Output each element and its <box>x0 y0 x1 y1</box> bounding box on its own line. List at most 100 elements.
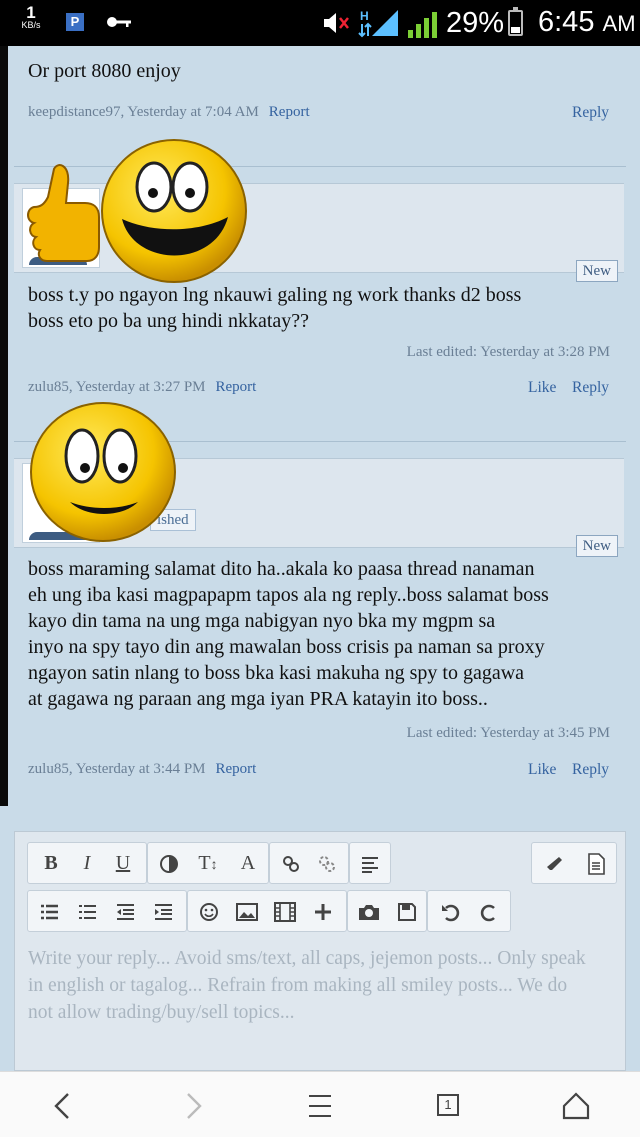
bold-button[interactable]: B <box>36 843 66 883</box>
unlink-button[interactable] <box>310 843 344 883</box>
post-3-line: ngayon satin nlang to boss bka kasi maku… <box>28 662 525 684</box>
battery-icon <box>508 7 523 36</box>
post-2-last-edited: Last edited: Yesterday at 3:28 PM <box>406 344 610 360</box>
post-3-line: inyo na spy tayo din ang mawalan boss cr… <box>28 636 545 658</box>
plus-icon <box>315 903 331 920</box>
menu-icon[interactable] <box>300 1086 340 1126</box>
post-3-text: boss maraming salamat dito ha..akala ko … <box>28 556 588 712</box>
post-1-report-link[interactable]: Report <box>269 104 310 120</box>
post-2-report-link[interactable]: Report <box>216 379 257 395</box>
toggle-source-button[interactable] <box>578 843 614 883</box>
smiley-face-icon <box>200 902 218 921</box>
tabs-button[interactable]: 1 <box>428 1086 468 1126</box>
clock-ampm: AM <box>602 11 636 36</box>
font-size-label: T <box>198 852 211 874</box>
insert-more-button[interactable] <box>306 891 340 931</box>
toolbar-link-group <box>269 842 349 884</box>
bullet-list-button[interactable] <box>32 891 66 931</box>
post-3-new-badge: New <box>575 535 618 557</box>
post-3-meta: zulu85, Yesterday at 3:44 PM Report <box>28 761 256 778</box>
toolbar-font-group: T↕ A <box>147 842 269 884</box>
post-2-like-link[interactable]: Like <box>528 379 556 397</box>
undo-icon <box>442 904 460 921</box>
hspa-data-icon: H <box>358 9 398 38</box>
smiley-icon <box>30 402 176 542</box>
redo-button[interactable] <box>472 891 508 931</box>
image-icon <box>236 902 258 921</box>
post-2-line: boss eto po ba ung hindi nkkatay?? <box>28 310 310 332</box>
clock: 6:45 AM <box>538 6 636 39</box>
post-1-meta: keepdistance97, Yesterday at 7:04 AM Repo… <box>28 104 310 121</box>
font-size-button[interactable]: T↕ <box>188 843 228 883</box>
reply-placeholder-line: in english or tagalog... Refrain from ma… <box>28 975 568 996</box>
unlink-icon <box>319 855 335 872</box>
toolbar-list-group <box>27 890 187 932</box>
eraser-icon <box>547 856 562 870</box>
toolbar-text-style-group: B I U <box>27 842 147 884</box>
insert-media-button[interactable] <box>268 891 302 931</box>
numbered-list-icon <box>79 904 96 919</box>
post-2-reply-link[interactable]: Reply <box>572 379 609 397</box>
post-2-meta: zulu85, Yesterday at 3:27 PM Report <box>28 379 256 396</box>
insert-link-button[interactable] <box>274 843 308 883</box>
toolbar-align-group <box>349 842 391 884</box>
save-draft-button[interactable] <box>390 891 424 931</box>
forward-chevron-icon[interactable] <box>172 1086 212 1126</box>
thumbs-up-smiley-icon <box>27 139 247 283</box>
post-3-author-date[interactable]: zulu85, Yesterday at 3:44 PM <box>28 761 206 777</box>
svg-text:H: H <box>360 9 369 23</box>
toolbar-history-group <box>427 890 511 932</box>
bullet-list-icon <box>41 904 58 919</box>
film-icon <box>274 901 296 922</box>
contrast-icon <box>160 854 178 873</box>
indent-button[interactable] <box>146 891 180 931</box>
floppy-disk-icon <box>398 902 416 921</box>
network-speed-unit: KB/s <box>21 20 41 30</box>
post-2-line: boss t.y po ngayon lng nkauwi galing ng … <box>28 284 522 306</box>
undo-button[interactable] <box>432 891 468 931</box>
mute-icon <box>324 13 349 33</box>
underline-button[interactable]: U <box>108 843 138 883</box>
post-3-line: eh ung iba kasi magpapapm tapos ala ng r… <box>28 584 549 606</box>
outdent-icon <box>117 903 134 920</box>
post-3-line: kayo din tama na ung mga nabigyan nyo bk… <box>28 610 496 632</box>
font-family-button[interactable] <box>152 843 186 883</box>
insert-image-button[interactable] <box>230 891 264 931</box>
post-3-line: at gagawa ng paraan ang mga iyan PRA kat… <box>28 688 488 710</box>
back-chevron-icon[interactable] <box>44 1086 84 1126</box>
numbered-list-button[interactable] <box>70 891 104 931</box>
key-icon <box>107 17 131 27</box>
browser-nav-bar: 1 <box>0 1071 640 1137</box>
insert-smilie-button[interactable] <box>192 891 226 931</box>
toolbar-insert-group <box>187 890 347 932</box>
camera-button[interactable] <box>352 891 386 931</box>
align-button[interactable] <box>353 843 387 883</box>
post-3-last-edited: Last edited: Yesterday at 3:45 PM <box>406 725 610 741</box>
reply-textarea[interactable]: Write your reply... Avoid sms/text, all … <box>28 945 628 1026</box>
remove-format-button[interactable] <box>536 843 574 883</box>
home-icon[interactable] <box>556 1086 596 1126</box>
parking-notification-icon: P <box>66 13 84 31</box>
battery-percent: 29% <box>446 7 505 39</box>
outdent-button[interactable] <box>108 891 142 931</box>
camera-icon <box>359 904 379 920</box>
network-speed: 1 KB/s <box>16 4 46 30</box>
reply-placeholder-line: Write your reply... Avoid sms/text, all … <box>28 948 586 969</box>
status-bar: 1 KB/s P H 29% 6:45 AM <box>0 0 640 46</box>
toolbar-draft-group <box>347 890 427 932</box>
clock-time: 6:45 <box>538 6 595 38</box>
left-edge-bar <box>0 46 8 806</box>
signal-icon <box>408 12 437 38</box>
italic-button[interactable]: I <box>72 843 102 883</box>
toolbar-right-group <box>531 842 617 884</box>
post-3-report-link[interactable]: Report <box>216 761 257 777</box>
post-2-author-date[interactable]: zulu85, Yesterday at 3:27 PM <box>28 379 206 395</box>
post-3-like-link[interactable]: Like <box>528 761 556 779</box>
link-icon <box>283 855 299 872</box>
post-3-line: boss maraming salamat dito ha..akala ko … <box>28 558 535 580</box>
post-1-reply-link[interactable]: Reply <box>572 104 609 122</box>
post-1-author-date[interactable]: keepdistance97, Yesterday at 7:04 AM <box>28 104 259 120</box>
font-color-button[interactable]: A <box>232 843 264 883</box>
document-icon <box>588 852 605 875</box>
post-3-reply-link[interactable]: Reply <box>572 761 609 779</box>
